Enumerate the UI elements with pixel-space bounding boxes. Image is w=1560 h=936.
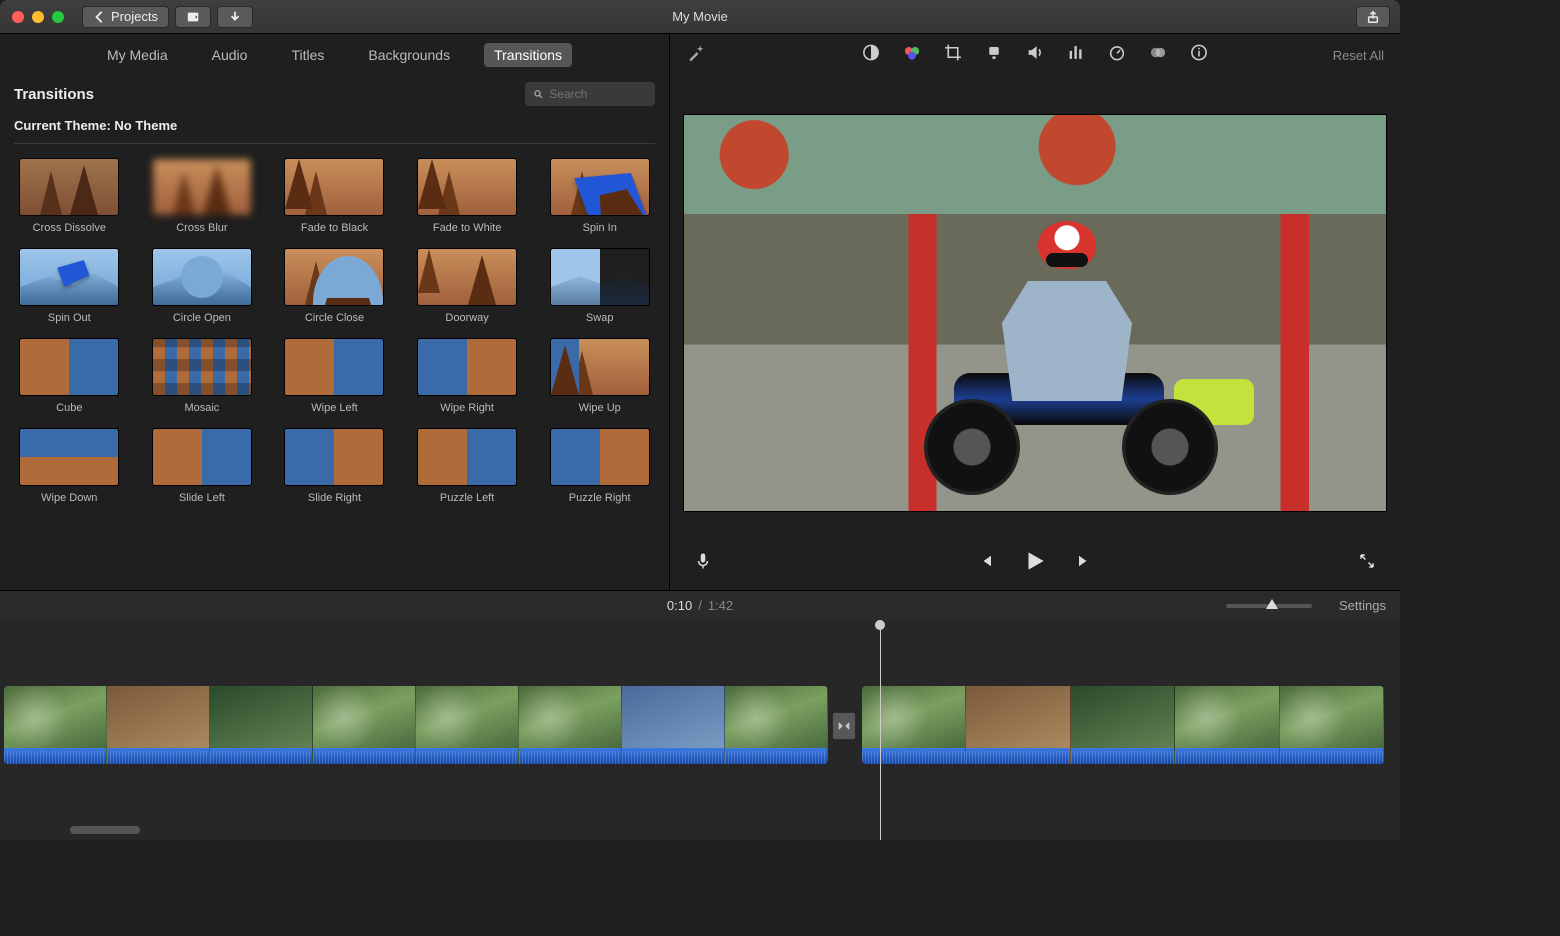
transition-spin-out[interactable]: Spin Out xyxy=(14,248,125,324)
tab-titles[interactable]: Titles xyxy=(281,43,334,67)
volume-icon[interactable] xyxy=(1026,43,1045,67)
transition-circle-close[interactable]: Circle Close xyxy=(279,248,390,324)
transition-fade-to-black[interactable]: Fade to Black xyxy=(279,158,390,234)
media-import-button[interactable] xyxy=(175,6,211,28)
titlebar: Projects My Movie xyxy=(0,0,1400,34)
timeline-scrollbar[interactable] xyxy=(0,826,1400,838)
tab-transitions[interactable]: Transitions xyxy=(484,43,572,67)
tab-my-media[interactable]: My Media xyxy=(97,43,178,67)
voiceover-mic-button[interactable] xyxy=(694,550,712,577)
playback-controls xyxy=(670,536,1400,590)
crop-icon[interactable] xyxy=(944,43,963,67)
transition-mosaic[interactable]: Mosaic xyxy=(147,338,258,414)
transition-cube[interactable]: Cube xyxy=(14,338,125,414)
search-input[interactable] xyxy=(549,87,647,101)
transition-slide-left[interactable]: Slide Left xyxy=(147,428,258,504)
timeline-settings-button[interactable]: Settings xyxy=(1339,598,1386,613)
equalizer-icon[interactable] xyxy=(1067,43,1086,67)
viewer-panel: Reset All xyxy=(670,34,1400,590)
titlebar-buttons: Projects xyxy=(82,6,253,28)
transition-slide-right[interactable]: Slide Right xyxy=(279,428,390,504)
preview-video[interactable] xyxy=(683,114,1387,512)
search-icon xyxy=(533,88,543,100)
speed-icon[interactable] xyxy=(1108,43,1127,67)
projects-back-button[interactable]: Projects xyxy=(82,6,169,28)
transition-doorway[interactable]: Doorway xyxy=(412,248,523,324)
panel-title: Transitions xyxy=(14,86,94,103)
transition-wipe-up[interactable]: Wipe Up xyxy=(544,338,655,414)
project-title: My Movie xyxy=(672,9,728,24)
timeline-transition-icon[interactable] xyxy=(832,712,856,740)
transition-wipe-down[interactable]: Wipe Down xyxy=(14,428,125,504)
timeline-clip-group-1[interactable] xyxy=(4,686,828,764)
play-button[interactable] xyxy=(1022,548,1048,579)
viewer-toolbar: Reset All xyxy=(670,34,1400,76)
color-wheel-icon[interactable] xyxy=(903,43,922,67)
zoom-window-button[interactable] xyxy=(52,11,64,23)
enhance-wand-button[interactable] xyxy=(686,43,706,68)
transition-spin-in[interactable]: Spin In xyxy=(544,158,655,234)
transition-puzzle-left[interactable]: Puzzle Left xyxy=(412,428,523,504)
playhead[interactable] xyxy=(880,620,881,840)
previous-clip-button[interactable] xyxy=(976,552,994,575)
timeline[interactable] xyxy=(0,620,1400,840)
info-icon[interactable] xyxy=(1190,43,1209,67)
close-window-button[interactable] xyxy=(12,11,24,23)
tab-audio[interactable]: Audio xyxy=(202,43,258,67)
transition-circle-open[interactable]: Circle Open xyxy=(147,248,258,324)
transition-cross-dissolve[interactable]: Cross Dissolve xyxy=(14,158,125,234)
current-time: 0:10 xyxy=(667,598,692,613)
window-traffic-lights xyxy=(0,11,64,23)
reset-all-button[interactable]: Reset All xyxy=(1333,48,1384,63)
color-balance-icon[interactable] xyxy=(862,43,881,67)
timeline-clip-group-2[interactable] xyxy=(862,686,1384,764)
minimize-window-button[interactable] xyxy=(32,11,44,23)
next-clip-button[interactable] xyxy=(1076,552,1094,575)
transition-wipe-right[interactable]: Wipe Right xyxy=(412,338,523,414)
transition-fade-to-white[interactable]: Fade to White xyxy=(412,158,523,234)
transition-swap[interactable]: Swap xyxy=(544,248,655,324)
browser-tabs: My Media Audio Titles Backgrounds Transi… xyxy=(0,34,669,76)
fullscreen-button[interactable] xyxy=(1358,552,1376,575)
overlay-icon[interactable] xyxy=(1149,43,1168,67)
download-button[interactable] xyxy=(217,6,253,28)
projects-label: Projects xyxy=(111,9,158,24)
search-field[interactable] xyxy=(525,82,655,106)
total-time: 1:42 xyxy=(708,598,733,613)
browser-panel: My Media Audio Titles Backgrounds Transi… xyxy=(0,34,670,590)
transition-wipe-left[interactable]: Wipe Left xyxy=(279,338,390,414)
current-theme-label: Current Theme: No Theme xyxy=(0,112,669,143)
transition-puzzle-right[interactable]: Puzzle Right xyxy=(544,428,655,504)
stabilize-icon[interactable] xyxy=(985,43,1004,67)
share-button[interactable] xyxy=(1356,6,1390,28)
preview-content xyxy=(944,195,1164,495)
transition-cross-blur[interactable]: Cross Blur xyxy=(147,158,258,234)
transitions-grid: Cross Dissolve Cross Blur Fade to Black … xyxy=(0,154,669,508)
time-display-bar: 0:10 / 1:42 Settings xyxy=(0,590,1400,620)
divider xyxy=(14,143,655,144)
timeline-zoom-slider[interactable] xyxy=(1226,604,1312,608)
tab-backgrounds[interactable]: Backgrounds xyxy=(358,43,460,67)
